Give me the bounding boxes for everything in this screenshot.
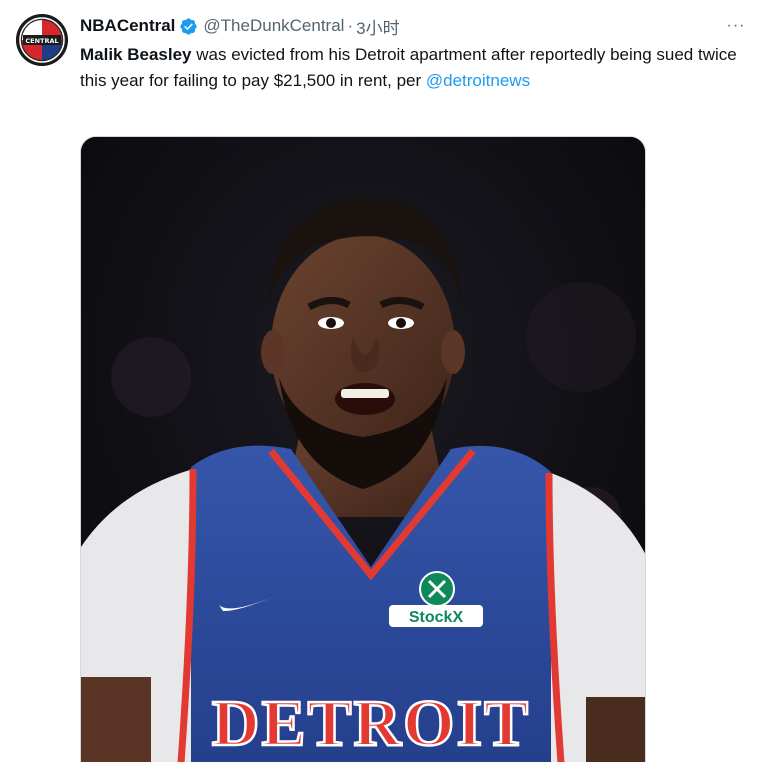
tweet-bold-lead: Malik Beasley	[80, 45, 192, 64]
tweet[interactable]: CENTRAL NBACentral @TheDunkCentral · 3小时…	[0, 0, 764, 762]
more-options-icon[interactable]: ···	[722, 14, 750, 38]
verified-badge-icon	[179, 17, 198, 36]
author-name[interactable]: NBACentral	[80, 16, 175, 36]
tweet-header: NBACentral @TheDunkCentral · 3小时	[80, 14, 400, 38]
nba-central-logo-icon: CENTRAL	[16, 14, 68, 66]
avatar[interactable]: CENTRAL	[16, 14, 68, 66]
avatar-logo-text: CENTRAL	[25, 37, 58, 45]
tweet-photo[interactable]: StockX DETROIT	[80, 136, 646, 762]
mention-link[interactable]: @detroitnews	[426, 71, 530, 90]
jersey-lettering: DETROIT	[212, 687, 530, 760]
separator-dot: ·	[347, 16, 354, 35]
timestamp[interactable]: 3小时	[356, 14, 399, 39]
photo-basketball-player: StockX DETROIT	[81, 137, 645, 762]
author-handle[interactable]: @TheDunkCentral	[203, 16, 344, 36]
tweet-text: Malik Beasley was evicted from his Detro…	[80, 42, 740, 94]
stockx-label: StockX	[409, 609, 464, 626]
